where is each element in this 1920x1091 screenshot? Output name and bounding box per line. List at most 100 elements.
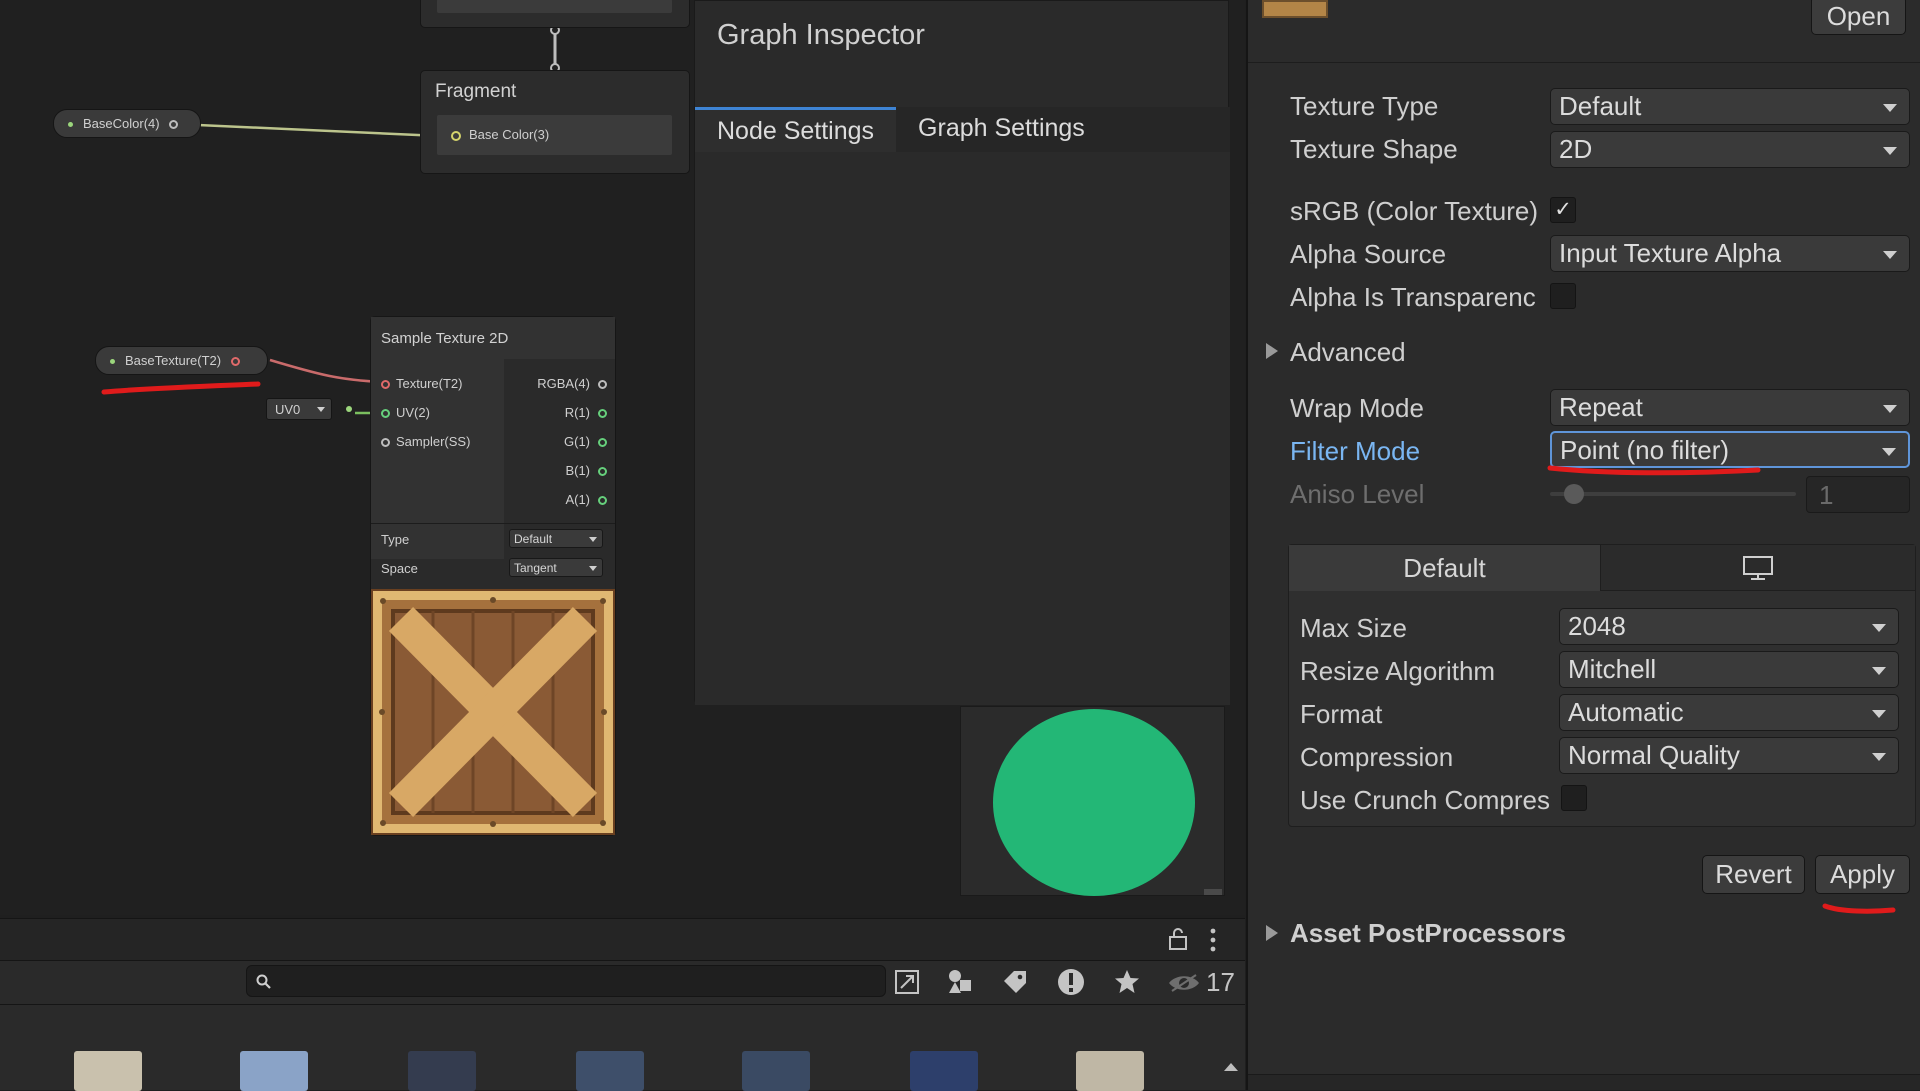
resize-algorithm-dropdown[interactable]: Mitchell: [1559, 651, 1899, 688]
compression-value: Normal Quality: [1568, 740, 1740, 770]
output-b-slot[interactable]: B(1): [565, 463, 607, 478]
warning-icon[interactable]: [1056, 967, 1086, 997]
advanced-foldout-label[interactable]: Advanced: [1290, 337, 1406, 368]
revert-button[interactable]: Revert: [1702, 855, 1805, 894]
format-dropdown[interactable]: Automatic: [1559, 694, 1899, 731]
output-a-slot[interactable]: A(1): [565, 492, 607, 507]
fragment-node[interactable]: Fragment Base Color(3): [420, 70, 690, 174]
max-size-dropdown[interactable]: 2048: [1559, 608, 1899, 645]
divider: [371, 523, 615, 524]
sampler-input-port[interactable]: [381, 438, 390, 448]
preview-sphere: [993, 709, 1195, 896]
g-output-port[interactable]: [598, 438, 607, 448]
input-texture-slot[interactable]: Texture(T2): [381, 376, 462, 391]
uv-input-port[interactable]: [381, 409, 390, 419]
project-search-bar: 17: [0, 960, 1245, 1004]
asset-thumbnail[interactable]: [576, 1051, 644, 1091]
input-sampler-slot[interactable]: Sampler(SS): [381, 434, 470, 449]
basetexture-property-node[interactable]: BaseTexture(T2): [95, 346, 268, 375]
main-preview-window[interactable]: [960, 706, 1225, 896]
a-output-port[interactable]: [598, 496, 607, 506]
texture-type-dropdown[interactable]: Default: [1550, 88, 1910, 125]
input-uv-slot[interactable]: UV(2): [381, 405, 430, 420]
apply-button[interactable]: Apply: [1815, 855, 1910, 894]
asset-postprocessors-foldout-arrow-icon[interactable]: [1266, 925, 1278, 941]
space-value: Tangent: [514, 561, 557, 575]
graph-inspector-panel: Graph Inspector Node Settings Graph Sett…: [694, 0, 1230, 705]
basecolor-output-port[interactable]: [169, 120, 179, 130]
aniso-level-label: Aniso Level: [1290, 479, 1425, 509]
crunch-compression-checkbox[interactable]: [1561, 785, 1587, 811]
basecolor-label: BaseColor(4): [83, 116, 160, 131]
asset-thumbnail[interactable]: [910, 1051, 978, 1091]
compression-label: Compression: [1300, 742, 1454, 772]
chevron-down-icon: [1872, 624, 1886, 632]
vertex-node[interactable]: [420, 0, 690, 28]
asset-thumbnail[interactable]: [1076, 1051, 1144, 1091]
eye-visibility-icon[interactable]: [1168, 973, 1200, 993]
chevron-down-icon: [1872, 710, 1886, 718]
lock-icon[interactable]: [1168, 927, 1188, 951]
aniso-level-field[interactable]: 1: [1806, 476, 1910, 513]
b-output-port[interactable]: [598, 467, 607, 477]
asset-thumbnail[interactable]: [742, 1051, 810, 1091]
chevron-down-icon: [1883, 405, 1897, 413]
space-dropdown[interactable]: Tangent: [509, 558, 603, 577]
platform-tabs: Default: [1289, 545, 1915, 591]
uv-output-port[interactable]: [346, 406, 352, 412]
search-icon: [256, 974, 271, 989]
search-in-scene-icon[interactable]: [894, 969, 920, 995]
base-color-port[interactable]: [451, 130, 461, 141]
texture-shape-dropdown[interactable]: 2D: [1550, 131, 1910, 168]
asset-thumbnail[interactable]: [408, 1051, 476, 1091]
search-input[interactable]: [246, 965, 886, 997]
tab-node-settings[interactable]: Node Settings: [695, 107, 897, 152]
crate-texture-preview: [371, 589, 615, 835]
filter-by-type-icon[interactable]: [946, 967, 974, 995]
filter-by-label-icon[interactable]: [1002, 969, 1028, 995]
output-rgba-slot[interactable]: RGBA(4): [537, 376, 607, 391]
output-r-slot[interactable]: R(1): [565, 405, 607, 420]
texture-input-port[interactable]: [381, 380, 390, 390]
tab-standalone-platform[interactable]: [1600, 545, 1915, 591]
scroll-up-arrow-icon[interactable]: [1224, 1063, 1238, 1071]
format-label: Format: [1300, 699, 1383, 729]
alpha-source-dropdown[interactable]: Input Texture Alpha: [1550, 235, 1910, 272]
compression-dropdown[interactable]: Normal Quality: [1559, 737, 1899, 774]
aniso-slider-track[interactable]: [1550, 492, 1796, 496]
fragment-base-color-slot[interactable]: Base Color(3): [437, 115, 672, 155]
favorite-star-icon[interactable]: [1114, 969, 1140, 995]
advanced-foldout-arrow-icon[interactable]: [1266, 343, 1278, 359]
uv-channel-dropdown[interactable]: UV0: [266, 398, 332, 420]
format-value: Automatic: [1568, 697, 1684, 727]
type-dropdown[interactable]: Default: [509, 529, 603, 548]
kebab-menu-icon[interactable]: [1208, 927, 1218, 953]
open-button[interactable]: Open: [1811, 0, 1906, 35]
basecolor-property-node[interactable]: BaseColor(4): [53, 109, 201, 138]
alpha-source-value: Input Texture Alpha: [1559, 238, 1782, 268]
asset-thumbnail[interactable]: [74, 1051, 142, 1091]
r-output-port[interactable]: [598, 409, 607, 419]
rgba-output-port[interactable]: [598, 380, 607, 390]
resize-handle[interactable]: [1204, 889, 1222, 895]
alpha-source-label: Alpha Source: [1290, 239, 1447, 269]
asset-postprocessors-label[interactable]: Asset PostProcessors: [1290, 918, 1566, 949]
tab-graph-settings[interactable]: Graph Settings: [896, 107, 1107, 152]
basetexture-output-port[interactable]: [230, 357, 240, 367]
aniso-slider-handle[interactable]: [1564, 484, 1584, 504]
project-asset-grid[interactable]: [0, 1004, 1245, 1091]
wrap-mode-dropdown[interactable]: Repeat: [1550, 389, 1910, 426]
alpha-transparency-checkbox[interactable]: [1550, 283, 1576, 309]
filter-mode-dropdown[interactable]: Point (no filter): [1550, 431, 1910, 468]
tab-default-platform[interactable]: Default: [1289, 545, 1600, 591]
uv-channel-value: UV0: [275, 402, 301, 417]
asset-thumbnail[interactable]: [240, 1051, 308, 1091]
monitor-icon: [1743, 556, 1773, 580]
sample-texture-2d-node[interactable]: Sample Texture 2D Texture(T2) UV(2) Samp…: [370, 316, 616, 836]
graph-inspector-title: Graph Inspector: [717, 19, 925, 51]
output-g-slot[interactable]: G(1): [564, 434, 607, 449]
type-value: Default: [514, 532, 553, 546]
vertex-node-slot: [437, 0, 672, 13]
srgb-checkbox[interactable]: ✓: [1550, 197, 1576, 223]
hidden-package-count: 17: [1206, 967, 1235, 997]
